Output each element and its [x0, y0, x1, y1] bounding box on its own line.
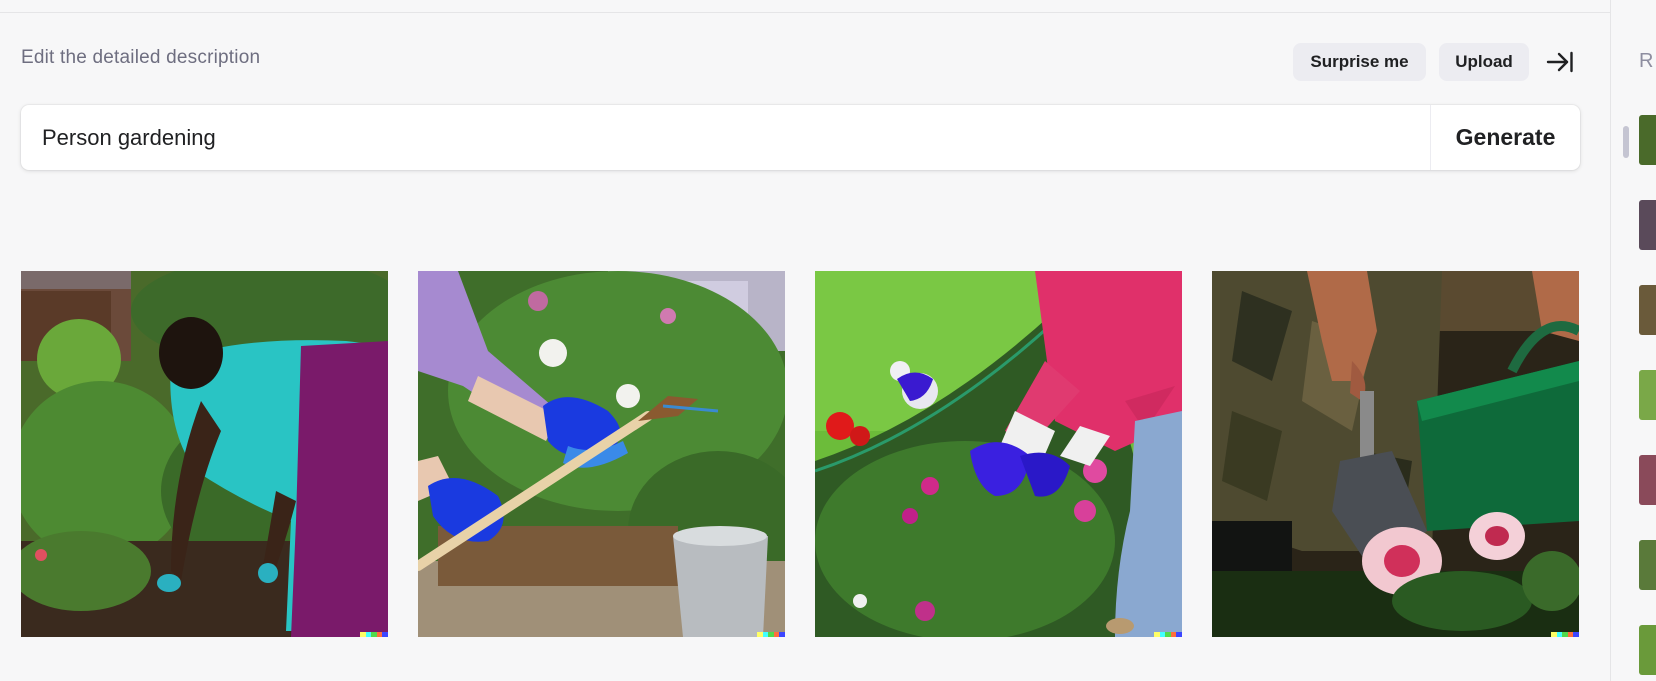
image-signature: [1551, 632, 1579, 637]
prompt-input[interactable]: [21, 105, 1430, 170]
image-signature: [360, 632, 388, 637]
history-thumbnail[interactable]: [1639, 540, 1656, 590]
app-root: Edit the detailed description Surprise m…: [0, 0, 1656, 681]
collapse-panel-icon[interactable]: [1545, 49, 1575, 75]
prompt-box: Generate: [21, 105, 1580, 170]
history-panel: R: [1610, 0, 1656, 681]
history-thumbnail[interactable]: [1639, 625, 1656, 675]
edit-description-label: Edit the detailed description: [21, 47, 261, 68]
generated-image-3[interactable]: [815, 271, 1182, 637]
history-thumbnail[interactable]: [1639, 285, 1656, 335]
history-thumbnail[interactable]: [1639, 455, 1656, 505]
history-thumbnail[interactable]: [1639, 115, 1656, 165]
top-divider: [0, 0, 1610, 13]
generated-image-2[interactable]: [418, 271, 785, 637]
history-thumbnail[interactable]: [1639, 200, 1656, 250]
history-scrollbar[interactable]: [1623, 126, 1629, 158]
upload-button[interactable]: Upload: [1439, 43, 1529, 81]
main-panel: Edit the detailed description Surprise m…: [0, 13, 1610, 681]
history-panel-title: R: [1639, 50, 1654, 72]
generated-image-4[interactable]: [1212, 271, 1579, 637]
generated-image-1[interactable]: [21, 271, 388, 637]
surprise-me-button[interactable]: Surprise me: [1293, 43, 1426, 81]
generate-button[interactable]: Generate: [1431, 105, 1580, 170]
image-signature: [757, 632, 785, 637]
image-signature: [1154, 632, 1182, 637]
history-thumbnail[interactable]: [1639, 370, 1656, 420]
